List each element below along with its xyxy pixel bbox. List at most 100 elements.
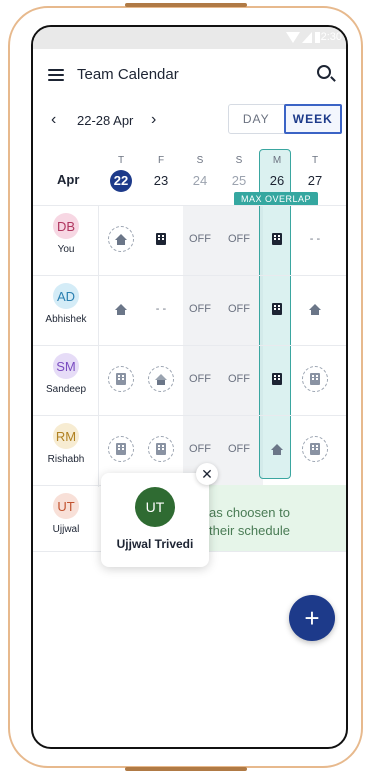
banner-line-1: as choosen to: [209, 505, 290, 520]
day-letter: S: [196, 155, 204, 166]
day-letter: M: [272, 155, 282, 166]
week-range: 22-28 Apr: [77, 113, 134, 128]
close-popup-button[interactable]: ✕: [196, 463, 218, 485]
day-letter: T: [117, 155, 125, 166]
work-from-home-cell[interactable]: [108, 226, 134, 252]
app-header: Team Calendar: [33, 57, 346, 97]
off-status[interactable]: OFF: [183, 366, 217, 392]
office-icon: [272, 303, 282, 315]
person-name: Ujjwal: [52, 524, 80, 535]
no-status[interactable]: - -: [144, 296, 178, 322]
office-cell[interactable]: [108, 366, 134, 392]
person-sm[interactable]: SM Sandeep: [35, 353, 97, 395]
office-icon: [272, 233, 282, 245]
week-tab[interactable]: WEEK: [283, 104, 342, 134]
no-status[interactable]: - -: [298, 226, 332, 252]
row-divider: [33, 275, 346, 276]
prev-week-button[interactable]: ‹: [51, 111, 56, 129]
home-icon: [115, 234, 127, 245]
day-header[interactable]: T 27: [301, 155, 329, 191]
month-label: Apr: [57, 172, 80, 187]
work-from-home-cell[interactable]: [264, 436, 290, 462]
day-letter: F: [157, 155, 165, 166]
office-icon: [156, 233, 166, 245]
day-letter: S: [235, 155, 243, 166]
avatar: AD: [53, 283, 79, 309]
banner-line-2: their schedule: [209, 523, 290, 538]
day-header[interactable]: T 22: [107, 155, 135, 192]
popup-user-name: Ujjwal Trivedi: [116, 537, 194, 551]
avatar: UT: [53, 493, 79, 519]
work-from-home-cell[interactable]: [148, 366, 174, 392]
menu-icon[interactable]: [48, 69, 64, 81]
popup-avatar: UT: [135, 487, 175, 527]
banner-text: as choosen to their schedule: [209, 504, 290, 540]
page-title: Team Calendar: [77, 66, 179, 83]
status-time: 12:30: [314, 31, 342, 43]
work-from-home-cell[interactable]: [302, 296, 328, 322]
home-icon: [309, 304, 321, 315]
home-icon: [155, 374, 167, 385]
max-overlap-badge: MAX OVERLAP: [234, 192, 318, 206]
person-name: Rishabh: [47, 454, 85, 465]
day-number: 23: [153, 173, 169, 188]
day-header[interactable]: S 24: [186, 155, 214, 191]
home-icon: [115, 304, 127, 315]
column-divider: [98, 205, 99, 487]
avatar: SM: [53, 353, 79, 379]
home-icon: [271, 444, 283, 455]
office-cell[interactable]: [302, 436, 328, 462]
office-cell[interactable]: [302, 366, 328, 392]
off-status[interactable]: OFF: [222, 296, 256, 322]
day-number: 26: [269, 173, 285, 188]
office-cell[interactable]: [264, 366, 290, 392]
work-from-home-cell[interactable]: [108, 296, 134, 322]
person-name: Abhishek: [45, 314, 87, 325]
person-name: You: [57, 244, 75, 255]
person-rm[interactable]: RM Rishabh: [35, 423, 97, 465]
person-name: Sandeep: [45, 384, 87, 395]
avatar: RM: [53, 423, 79, 449]
office-icon: [272, 373, 282, 385]
day-letter: T: [311, 155, 319, 166]
office-icon: [116, 373, 126, 385]
office-cell[interactable]: [264, 296, 290, 322]
frame-accent-top: [125, 3, 247, 7]
frame-accent-bottom: [125, 767, 247, 771]
signal-icon: [302, 32, 312, 43]
off-status[interactable]: OFF: [222, 226, 256, 252]
row-divider: [33, 345, 346, 346]
off-status[interactable]: OFF: [183, 436, 217, 462]
office-cell[interactable]: [264, 226, 290, 252]
phone-screen: 12:30 Team Calendar ‹ 22-28 Apr › DAY WE…: [31, 25, 348, 749]
off-status[interactable]: OFF: [222, 366, 256, 392]
avatar: DB: [53, 213, 79, 239]
day-number: 27: [307, 173, 323, 188]
office-icon: [156, 443, 166, 455]
person-db[interactable]: DB You: [35, 213, 97, 255]
status-bar: 12:30: [33, 27, 346, 49]
day-number: 24: [192, 173, 208, 188]
off-status[interactable]: OFF: [183, 226, 217, 252]
office-icon: [310, 373, 320, 385]
user-popup: UT Ujjwal Trivedi: [101, 473, 209, 567]
row-divider: [33, 205, 346, 206]
office-cell[interactable]: [108, 436, 134, 462]
add-button[interactable]: +: [289, 595, 335, 641]
view-toggle: DAY WEEK: [228, 104, 342, 134]
day-number: 25: [231, 173, 247, 188]
off-status[interactable]: OFF: [222, 436, 256, 462]
day-header[interactable]: F 23: [147, 155, 175, 191]
day-header[interactable]: M 26: [263, 155, 291, 191]
day-tab[interactable]: DAY: [229, 105, 284, 133]
office-icon: [116, 443, 126, 455]
day-header[interactable]: S 25: [225, 155, 253, 191]
person-ad[interactable]: AD Abhishek: [35, 283, 97, 325]
next-week-button[interactable]: ›: [151, 111, 156, 129]
person-ut[interactable]: UT Ujjwal: [35, 493, 97, 535]
office-cell[interactable]: [148, 436, 174, 462]
office-cell[interactable]: [148, 226, 174, 252]
office-icon: [310, 443, 320, 455]
search-icon[interactable]: [317, 65, 331, 79]
off-status[interactable]: OFF: [183, 296, 217, 322]
